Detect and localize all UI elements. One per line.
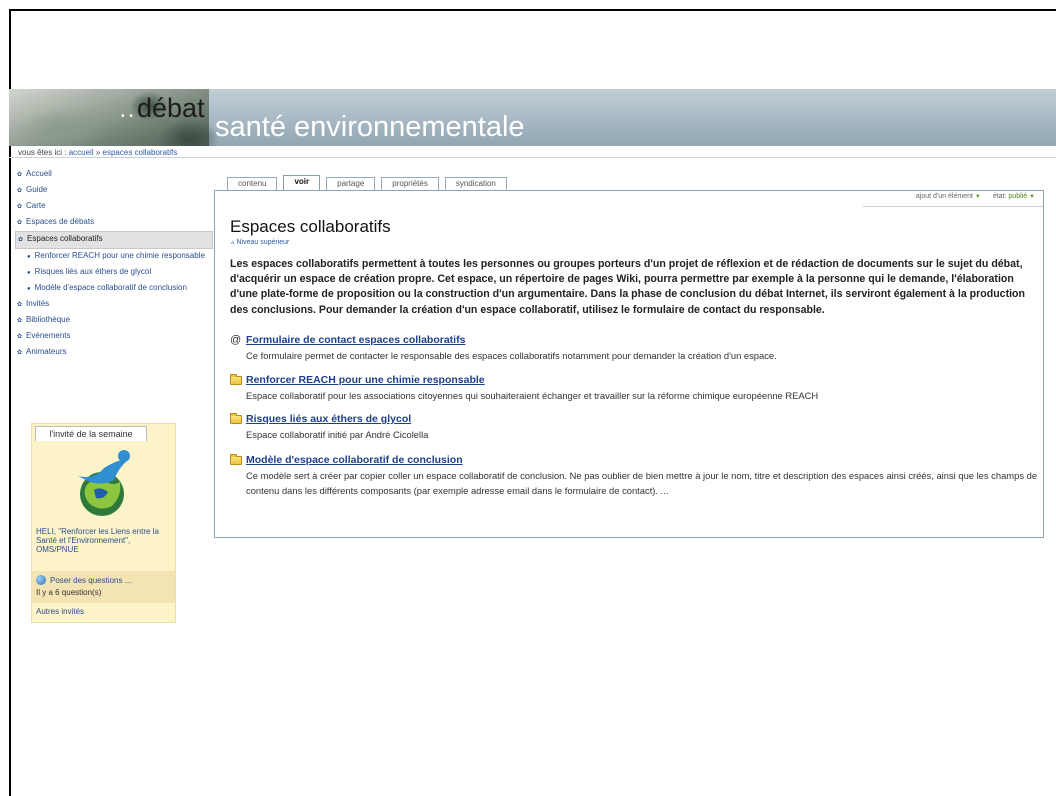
chevron-down-icon: ▼ [1029,194,1035,200]
tab-partage[interactable]: partage [326,177,376,190]
content-tabs: contenu voir partage propriétés syndicat… [227,175,507,190]
entry-description: Espace collaboratif pour les association… [246,390,819,401]
ask-questions-link[interactable]: Poser des questions ... [36,575,131,585]
folder-icon [230,373,242,385]
breadcrumb-prefix: vous êtes ici : [18,148,67,157]
nav-label: Espaces collaboratifs [27,234,103,243]
nav-label: Carte [26,201,46,210]
content-panel: ajout d'un élément ▼ état: publié ▼ Espa… [214,190,1044,538]
breadcrumb-divider [9,157,1056,158]
ask-label: Poser des questions ... [50,575,132,585]
content-actions: ajout d'un élément ▼ état: publié ▼ [916,193,1035,200]
logo-sante-environnementale[interactable]: santé environnementale [215,111,525,144]
nav-item-espaces-de-debats[interactable]: ✿ Espaces de débats [15,215,213,231]
list-item: Risques liés aux éthers de glycol Espace… [230,412,1042,442]
nav-item-bibliotheque[interactable]: ✿ Bibliothèque [15,313,213,329]
nav-item-accueil[interactable]: ✿ Accueil [15,167,213,183]
entry-title-link[interactable]: Risques liés aux éthers de glycol [246,413,411,425]
nav-item-animateurs[interactable]: ✿ Animateurs [15,345,213,361]
logo-debat[interactable]: débat [137,93,205,124]
bullet-icon: ✿ [17,188,23,194]
bullet-icon: ✿ [17,172,23,178]
bullet-icon: ● [27,286,31,292]
nav-label: Bibliothèque [26,315,71,324]
question-count: Il y a 6 question(s) [36,588,102,597]
heli-logo-icon[interactable] [64,446,144,526]
bullet-icon: ✿ [17,204,23,210]
nav-label: Accueil [26,169,52,178]
state-value: publié [1008,193,1028,200]
bullet-icon: ✿ [17,318,23,324]
nav-label: Evénements [26,331,71,340]
parent-level-link[interactable]: ▵ Niveau supérieur [231,238,289,246]
list-item: Modèle d'espace collaboratif de conclusi… [230,453,1042,498]
entry-title-link[interactable]: Renforcer REACH pour une chimie responsa… [246,374,485,386]
breadcrumb-separator: » [95,148,101,157]
breadcrumb-current[interactable]: espaces collaboratifs [103,148,178,157]
bullet-icon: ● [27,270,31,276]
bullet-icon: ✿ [17,302,23,308]
tab-contenu[interactable]: contenu [227,177,278,190]
entry-title-link[interactable]: Modèle d'espace collaboratif de conclusi… [246,454,463,466]
add-item-menu[interactable]: ajout d'un élément ▼ [916,193,981,200]
logo-dots: • • [121,111,134,122]
nav-subitem-reach[interactable]: ● Renforcer REACH pour une chimie respons… [27,249,213,265]
bullet-icon: ● [27,254,31,260]
nav-label: Espaces de débats [26,217,95,226]
parent-level-label: Niveau supérieur [236,239,290,246]
nav-label: Risques liés aux éthers de glycol [34,267,152,276]
globe-icon [36,575,46,585]
entry-description: Espace collaboratif initié par André Cic… [246,429,429,440]
breadcrumb-home-link[interactable]: accueil [69,148,94,157]
chevron-down-icon: ▼ [974,194,981,200]
tab-proprietes[interactable]: propriétés [381,177,439,190]
bullet-icon: ✿ [18,237,24,243]
nav-item-evenements[interactable]: ✿ Evénements [15,329,213,345]
nav-item-invites[interactable]: ✿ Invités [15,297,213,313]
tab-syndication[interactable]: syndication [444,177,507,190]
entry-description: Ce formulaire permet de contacter le res… [246,350,777,361]
nav-label: Guide [26,185,48,194]
list-item: Renforcer REACH pour une chimie responsa… [230,373,1042,403]
state-label: état: [992,193,1007,200]
nav-label: Renforcer REACH pour une chimie responsa… [34,251,205,260]
intro-text: Les espaces collaboratifs permettent à t… [230,258,1025,316]
other-guests-link[interactable]: Autres invités [36,607,84,616]
nav-label: Animateurs [26,347,67,356]
breadcrumb: vous êtes ici : accueil » espaces collab… [18,148,177,157]
tab-voir[interactable]: voir [283,175,321,190]
list-item: @ Formulaire de contact espaces collabor… [230,334,1042,363]
nav-item-espaces-collaboratifs[interactable]: ✿ Espaces collaboratifs [15,231,213,249]
nav-item-carte[interactable]: ✿ Carte [15,199,213,215]
guest-box-tab[interactable]: l'invité de la semaine [35,426,147,441]
nav-subitem-ethers-glycol[interactable]: ● Risques liés aux éthers de glycol [27,265,213,281]
actions-divider [863,206,1043,207]
nav-item-guide[interactable]: ✿ Guide [15,183,213,199]
folder-icon [230,412,242,424]
site-banner: • • débat santé environnementale [9,89,1056,146]
at-icon: @ [230,334,242,346]
add-item-label: ajout d'un élément [915,193,973,200]
entry-title-link[interactable]: Formulaire de contact espaces collaborat… [246,334,465,346]
state-menu[interactable]: état: publié ▼ [993,193,1035,200]
bullet-icon: ✿ [17,220,23,226]
folder-icon [230,453,242,465]
guest-of-week-box: l'invité de la semaine HELI, "Renforcer … [31,423,176,623]
nav-subitem-modele-conclusion[interactable]: ● Modèle d'espace collaboratif de conclus… [27,281,213,297]
nav-label: Invités [26,299,50,308]
entry-description: Ce modèle sert à créer par copier coller… [246,470,1038,496]
bullet-icon: ✿ [17,334,23,340]
sidebar-nav: ✿ Accueil ✿ Guide ✿ Carte ✿ Espaces de débat… [15,167,213,361]
guest-caption[interactable]: HELI, "Renforcer les Liens entre la Sant… [36,527,172,555]
bullet-icon: ✿ [17,350,23,356]
page-title: Espaces collaboratifs [230,217,391,236]
nav-label: Modèle d'espace collaboratif de conclusi… [34,283,187,292]
nav-subitems: ● Renforcer REACH pour une chimie respons… [15,249,213,297]
